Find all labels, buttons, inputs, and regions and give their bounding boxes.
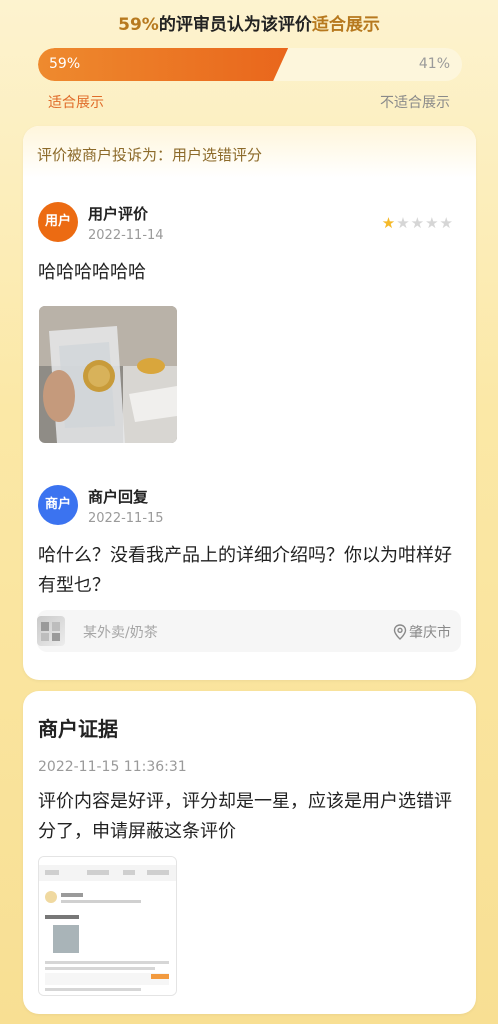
user-avatar: 用户 xyxy=(38,202,78,242)
review-content: 哈哈哈哈哈哈 xyxy=(38,262,146,283)
vote-summary-accent: 适合展示 xyxy=(311,15,380,35)
shop-location: 肇庆市 xyxy=(393,622,451,642)
merchant-avatar: 商户 xyxy=(38,485,78,525)
evidence-card: 商户证据 2022-11-15 11:36:31 评价内容是好评，评分却是一星，… xyxy=(23,691,476,1014)
star-icon: ★ xyxy=(410,214,426,232)
review-date: 2022-11-14 xyxy=(88,228,164,243)
shop-info-bar[interactable]: 某外卖/奶茶 肇庆市 xyxy=(37,610,461,652)
review-card: 评价被商户投诉为：用户选错评分 用户 用户评价 2022-11-14 ★★★★★… xyxy=(23,126,476,680)
shop-location-text: 肇庆市 xyxy=(409,625,451,641)
vote-progress-bar: 59% 41% xyxy=(38,48,462,81)
shop-name: 某外卖/奶茶 xyxy=(83,625,158,641)
reply-title: 商户回复 xyxy=(88,488,149,506)
reply-date: 2022-11-15 xyxy=(88,511,164,526)
star-icon: ★ xyxy=(381,214,397,232)
star-icon: ★ xyxy=(396,214,411,232)
location-pin-icon xyxy=(393,624,407,640)
reply-content: 哈什么？没看我产品上的详细介绍吗？你以为咁样好有型乜？ xyxy=(38,545,452,596)
evidence-title: 商户证据 xyxy=(38,717,118,741)
vote-summary-text: 的评审员认为该评价 xyxy=(158,15,312,35)
vote-right-percent: 41% xyxy=(418,56,450,72)
star-icon: ★ xyxy=(425,214,440,232)
star-icon: ★ xyxy=(439,214,454,232)
vote-left-percent: 59% xyxy=(49,56,81,72)
review-photo-image xyxy=(39,306,177,443)
evidence-timestamp: 2022-11-15 11:36:31 xyxy=(38,759,187,775)
vote-summary-title: 59%的评审员认为该评价适合展示 xyxy=(0,10,498,35)
shop-thumbnail xyxy=(37,616,65,646)
review-photo[interactable] xyxy=(39,306,177,443)
vote-approve-label: 适合展示 xyxy=(48,95,104,111)
evidence-content: 评价内容是好评，评分却是一星，应该是用户选错评分了，申请屏蔽这条评价 xyxy=(38,791,452,842)
evidence-screenshot-image xyxy=(39,857,176,995)
vote-percent: 59% xyxy=(118,15,159,35)
complaint-banner: 评价被商户投诉为：用户选错评分 xyxy=(23,126,476,178)
rating-stars: ★★★★★ xyxy=(382,214,454,232)
vote-reject-label: 不适合展示 xyxy=(380,95,450,111)
evidence-screenshot[interactable] xyxy=(38,856,177,996)
review-title: 用户评价 xyxy=(88,205,149,223)
